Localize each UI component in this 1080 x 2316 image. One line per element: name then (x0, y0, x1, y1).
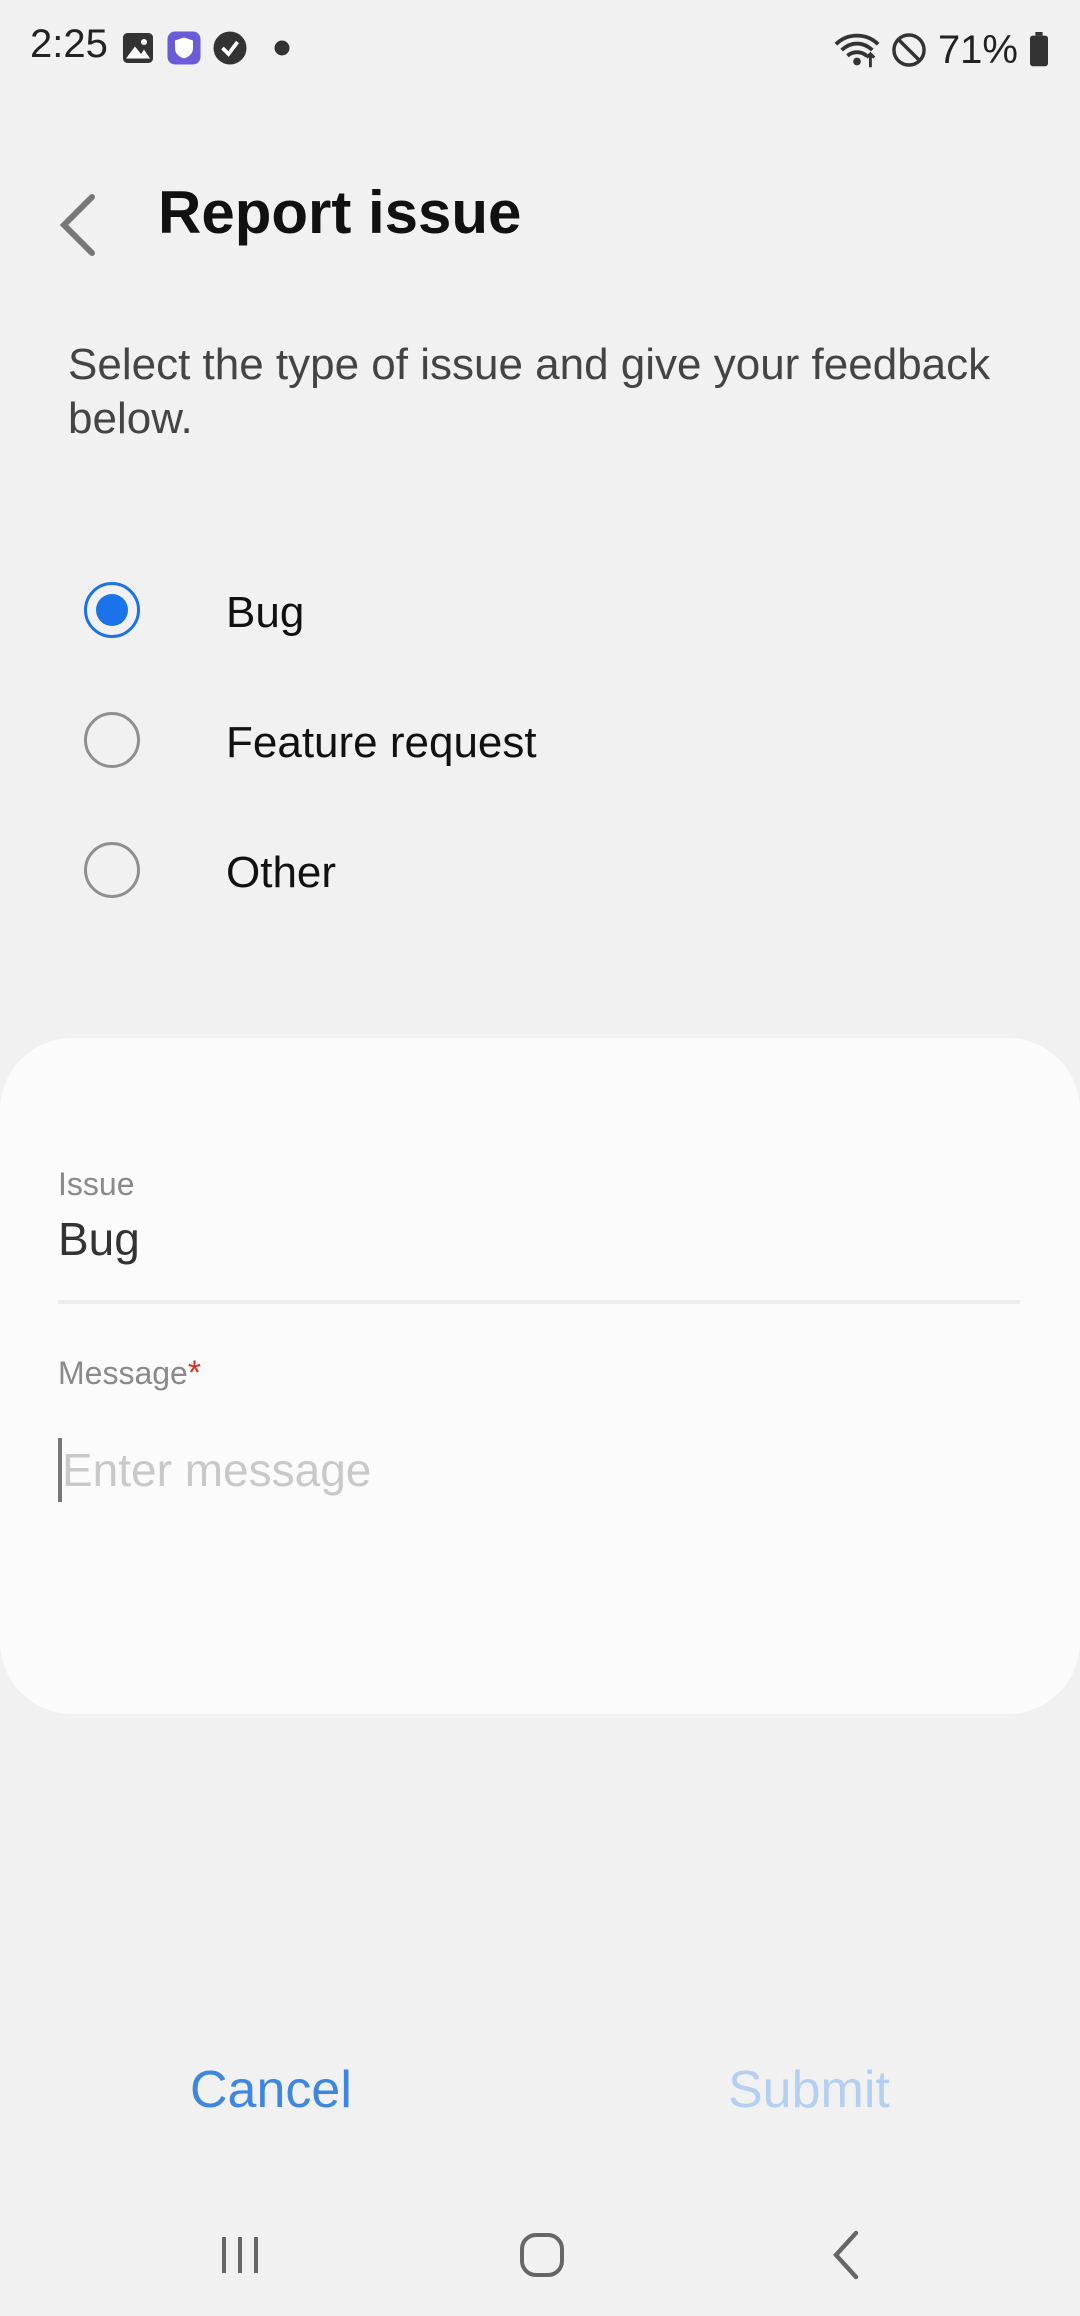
status-right: 71% (834, 22, 1050, 78)
back-icon (833, 2230, 859, 2280)
navigation-bar (0, 2200, 1080, 2316)
radio-label-bug: Bug (226, 588, 305, 637)
divider (58, 1300, 1020, 1304)
radio-option-feature-request[interactable]: Feature request (0, 680, 1080, 800)
text-cursor (58, 1438, 62, 1502)
dnd-icon (892, 33, 926, 67)
home-button[interactable] (492, 2220, 592, 2290)
dot-icon (274, 40, 290, 56)
image-icon (123, 33, 153, 63)
issue-field-label: Issue (58, 1166, 135, 1202)
radio-option-other[interactable]: Other (0, 810, 1080, 930)
app-header: Report issue (0, 170, 1080, 290)
required-asterisk: * (187, 1354, 202, 1392)
radio-button-feature-request[interactable] (84, 712, 140, 768)
action-bar: Cancel Submit (0, 2060, 1080, 2140)
battery-percent: 71% (937, 27, 1018, 72)
submit-button[interactable]: Submit (728, 2060, 890, 2120)
radio-label-feature-request: Feature request (226, 718, 537, 767)
radio-option-bug[interactable]: Bug (0, 550, 1080, 670)
message-field-label: Message* (58, 1354, 201, 1393)
radio-button-other[interactable] (84, 842, 140, 898)
back-button[interactable] (48, 180, 108, 270)
wifi-icon (834, 33, 880, 68)
status-bar: 2:25 71% (0, 0, 1080, 100)
chevron-left-icon (59, 194, 95, 256)
issue-field-value: Bug (58, 1213, 140, 1265)
feedback-form-card: Issue Bug Message* (0, 1038, 1080, 1714)
recents-button[interactable] (190, 2220, 290, 2290)
status-time: 2:25 (30, 22, 108, 66)
recents-icon (222, 2237, 258, 2273)
radio-label-other: Other (226, 848, 337, 897)
message-label-text: Message (58, 1355, 188, 1391)
page-title: Report issue (158, 179, 522, 246)
shield-icon (167, 31, 201, 65)
cancel-button[interactable]: Cancel (190, 2060, 352, 2120)
check-circle-icon (213, 31, 247, 65)
home-icon (520, 2233, 564, 2277)
radio-button-bug[interactable] (84, 582, 140, 638)
message-input[interactable] (58, 1430, 1020, 1510)
nav-back-button[interactable] (796, 2220, 896, 2290)
instructions-text: Select the type of issue and give your f… (68, 340, 991, 443)
battery-icon (1030, 32, 1048, 67)
